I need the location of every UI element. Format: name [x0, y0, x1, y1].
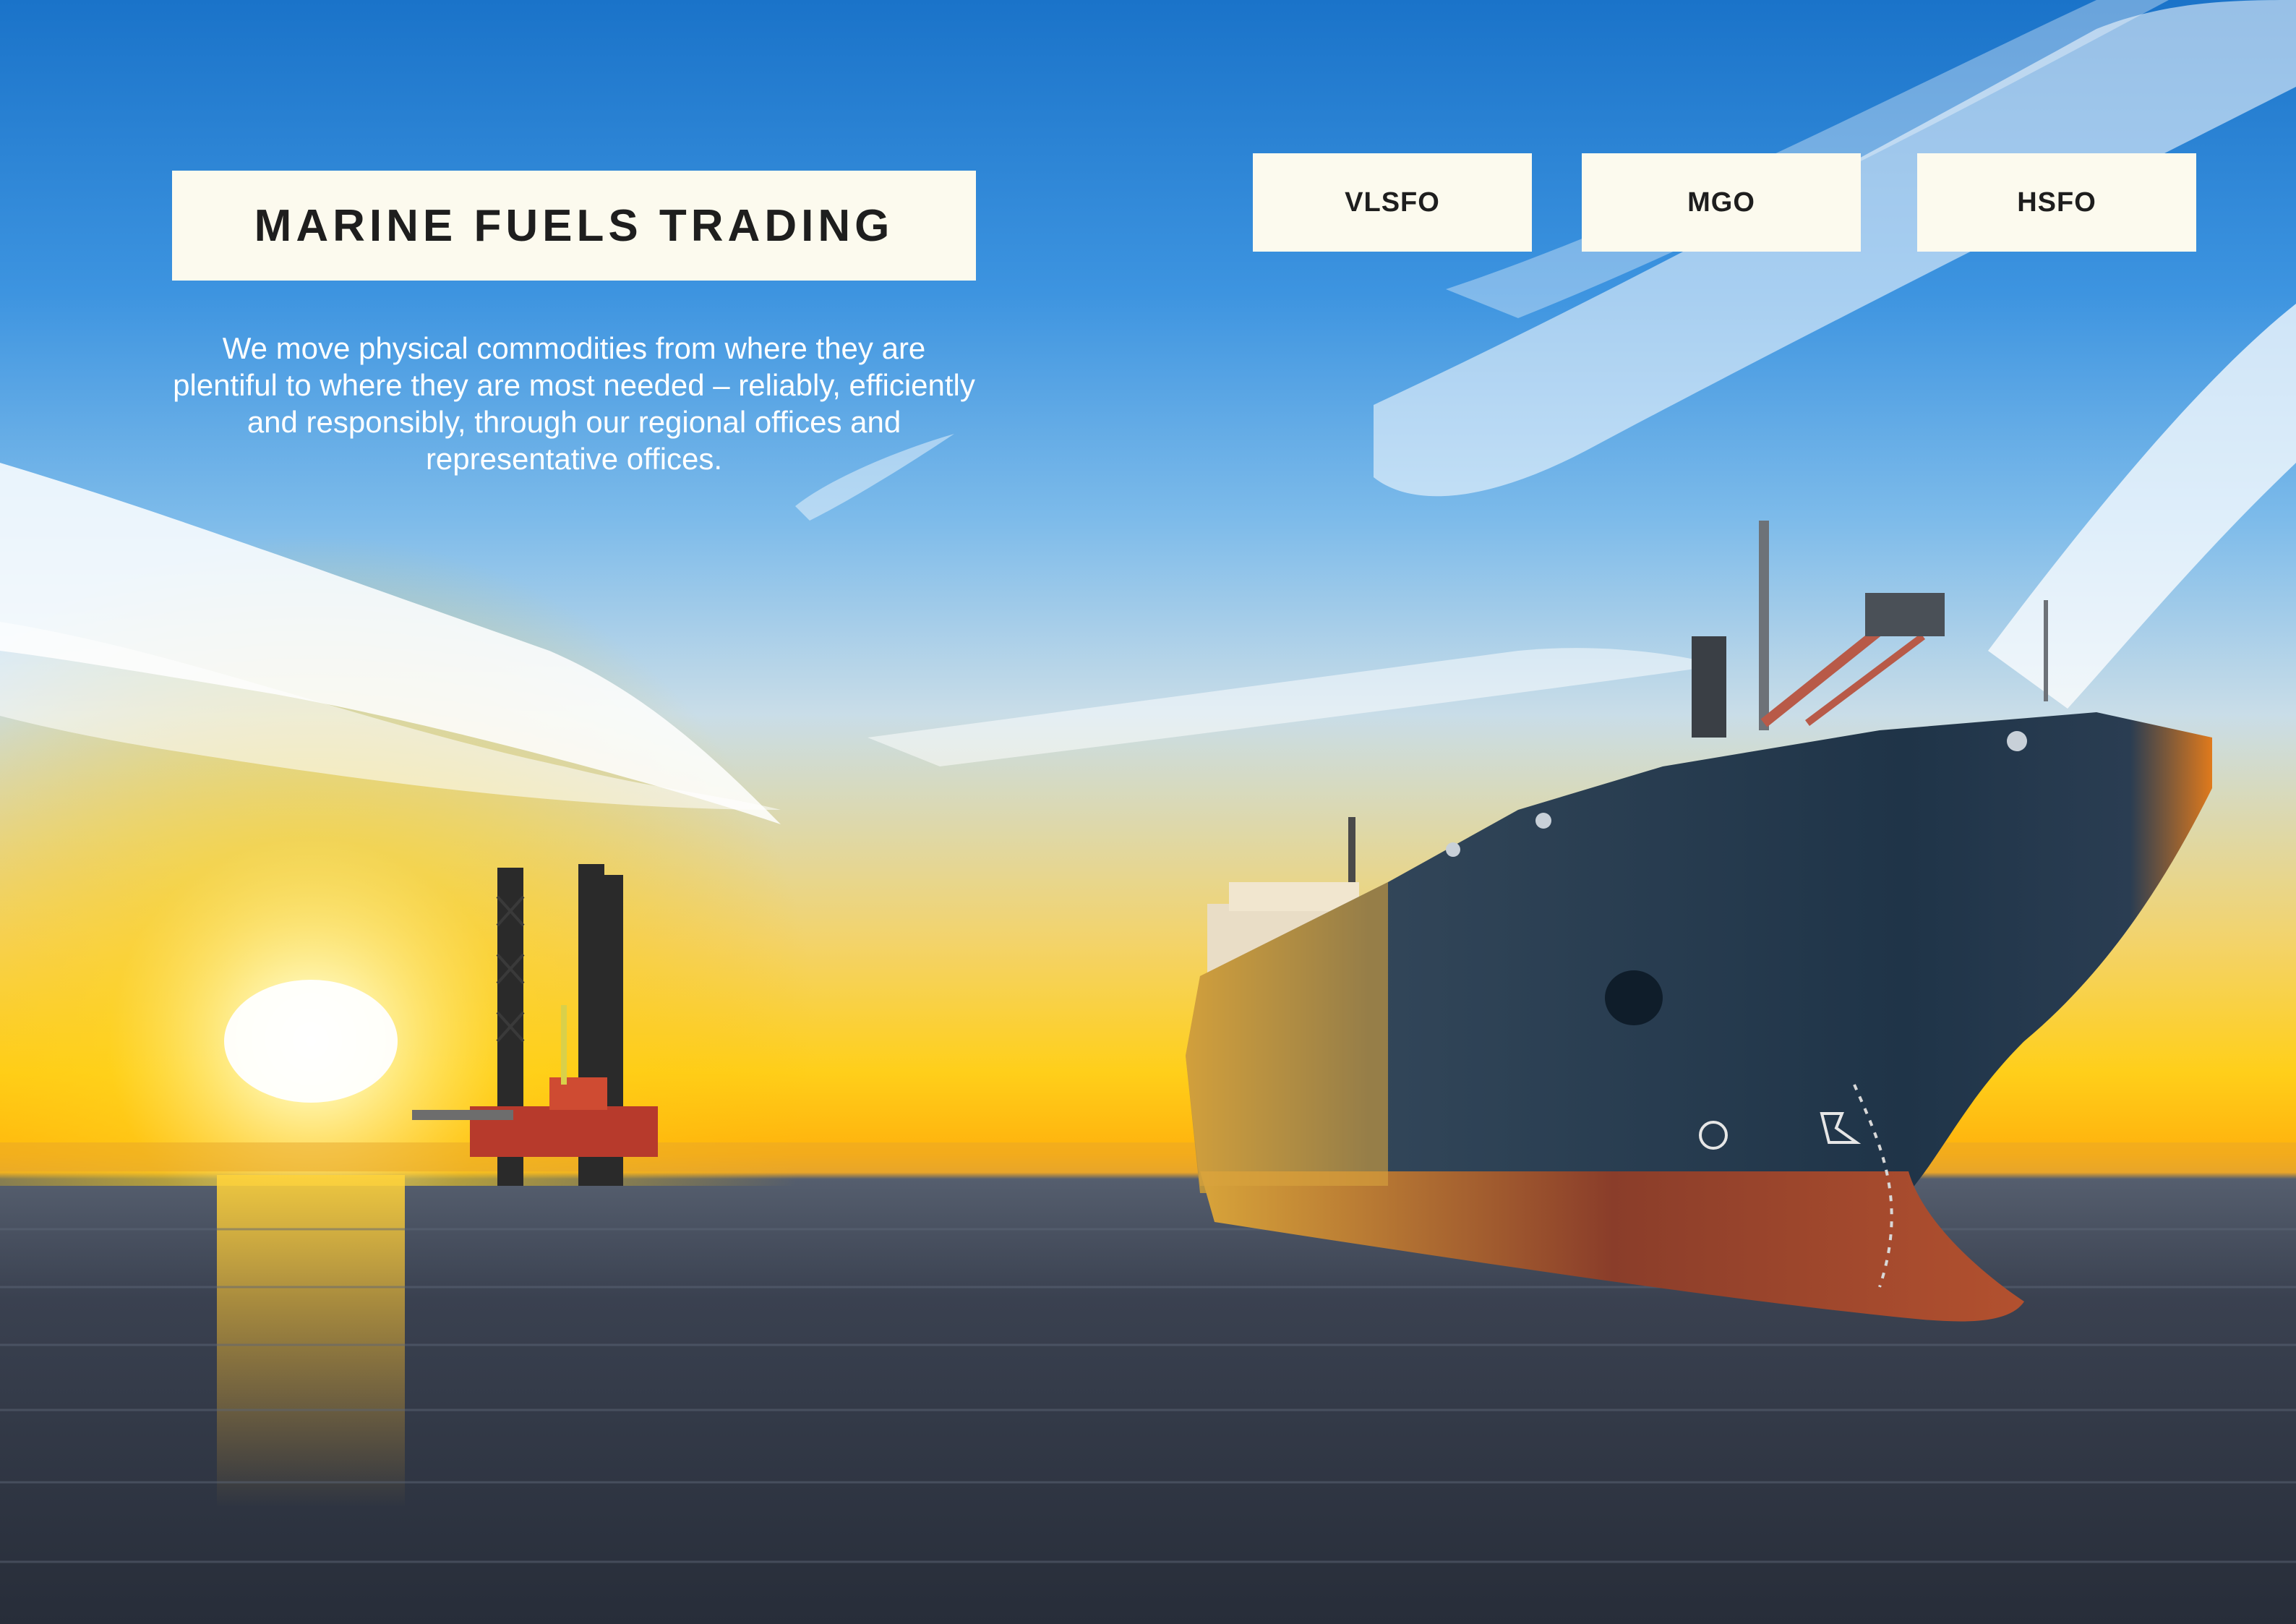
horizon-haze — [0, 1142, 2296, 1171]
hsfo-button[interactable]: HSFO — [1917, 153, 2196, 252]
title-box: MARINE FUELS TRADING — [172, 171, 976, 281]
hero-page: MARINE FUELS TRADING We move physical co… — [0, 0, 2296, 1624]
page-title: MARINE FUELS TRADING — [254, 200, 894, 251]
sun — [224, 980, 398, 1103]
vlsfo-button[interactable]: VLSFO — [1253, 153, 1532, 252]
sun-reflection — [217, 1175, 405, 1508]
mgo-button[interactable]: MGO — [1582, 153, 1861, 252]
tagline-text: We move physical commodities from where … — [173, 331, 975, 476]
